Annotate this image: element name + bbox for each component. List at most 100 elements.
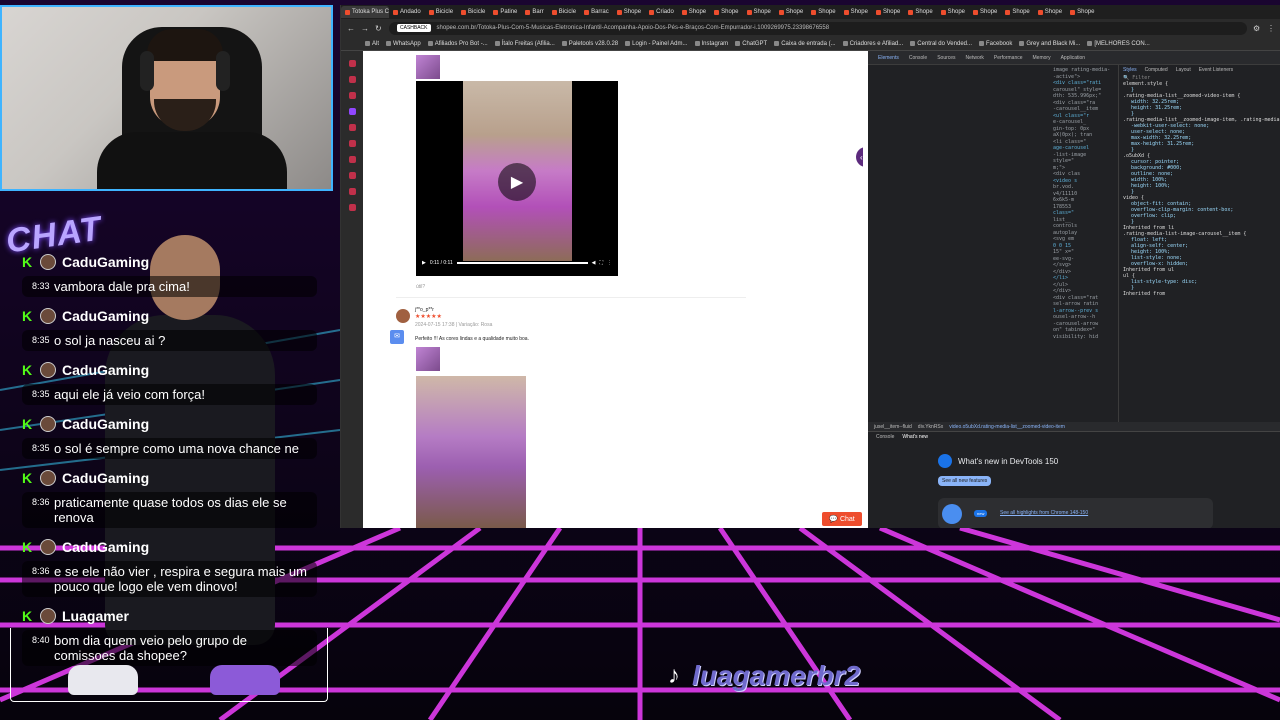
browser-tab[interactable]: Totoka Plus C — [341, 6, 389, 18]
browser-tab[interactable]: Shope — [1034, 6, 1066, 18]
review-video-player[interactable]: ▶ ▶ 0:11 / 0:11 ◀ ⛶ ⋮ — [416, 81, 618, 276]
devtools-tab[interactable]: Application — [1061, 55, 1085, 61]
review-text: Perfeito !!! As cores lindas e a qualida… — [415, 336, 529, 342]
breadcrumb-item[interactable]: jusel__item--fluid — [874, 424, 912, 430]
browser-tab[interactable]: Bicicle — [457, 6, 489, 18]
drawer-tab[interactable]: Console — [876, 434, 894, 440]
styles-subtab[interactable]: Event Listeners — [1199, 67, 1233, 73]
whats-new-card[interactable]: new See all highlights from Chrome 148-1… — [938, 498, 1213, 528]
bookmark-item[interactable]: Criadores e Afiliad... — [842, 41, 903, 47]
styles-subtab[interactable]: Layout — [1176, 67, 1191, 73]
browser-tab[interactable]: Barr — [521, 6, 547, 18]
see-all-features-button[interactable]: See all new features — [938, 476, 992, 486]
volume-icon[interactable]: ◀ — [592, 260, 596, 266]
drawer-tab[interactable]: What's new — [902, 434, 928, 440]
reload-icon[interactable]: ↻ — [375, 24, 383, 33]
chat-username[interactable]: K CaduGaming — [22, 360, 149, 380]
browser-tab[interactable]: Shope — [904, 6, 936, 18]
forward-icon[interactable]: → — [361, 24, 369, 33]
browser-tab[interactable]: Bicicle — [548, 6, 580, 18]
fullscreen-icon[interactable]: ⛶ — [599, 260, 603, 266]
video-progress[interactable] — [456, 262, 588, 264]
bookmark-item[interactable]: ChatGPT — [735, 41, 767, 47]
bookmark-icon — [910, 41, 916, 46]
bookmark-item[interactable]: Ítalo Freitas (Afilia... — [494, 41, 555, 47]
browser-tab[interactable]: Shope — [840, 6, 872, 18]
devtools-tab[interactable]: Console — [909, 55, 927, 61]
browser-tab[interactable]: Criado — [645, 6, 678, 18]
chat-username[interactable]: K CaduGaming — [22, 306, 149, 326]
url-input[interactable]: CASHBACK shopee.com.br/Totoka-Plus-Com-5… — [389, 21, 1247, 35]
bookmark-icon — [979, 41, 984, 46]
browser-tab[interactable]: Shope — [613, 6, 645, 18]
bookmark-item[interactable]: Central do Vended... — [910, 41, 972, 47]
bookmark-item[interactable]: Paletools v28.0.28 — [561, 41, 618, 47]
css-selector[interactable]: Inherited from — [1119, 291, 1280, 297]
chat-username[interactable]: K CaduGaming — [22, 414, 149, 434]
browser-tab[interactable]: Shope — [969, 6, 1001, 18]
menu-icon[interactable]: ⋮ — [1267, 24, 1275, 33]
play-icon[interactable]: ▶ — [498, 163, 536, 201]
avatar — [40, 608, 56, 624]
bookmark-item[interactable]: Grey and Black Mi... — [1019, 41, 1080, 47]
browser-tab[interactable]: Shope — [710, 6, 742, 18]
message-time: 8:36 — [32, 566, 50, 576]
back-icon[interactable]: ← — [347, 24, 355, 33]
extension-side-toggle[interactable]: ‹ $ — [856, 147, 863, 167]
styles-subtab[interactable]: Computed — [1145, 67, 1168, 73]
message-text: e se ele não vier , respira e segura mai… — [54, 564, 307, 594]
chat-button[interactable]: 💬 Chat — [822, 512, 862, 526]
browser-tab[interactable]: Patine — [489, 6, 521, 18]
browser-tab[interactable]: Andado — [389, 6, 425, 18]
tab-strip: Totoka Plus C Andado Bicicle Bicicle Patine B… — [341, 5, 1280, 19]
bookmark-icon — [694, 41, 700, 46]
username-text: Luagamer — [62, 608, 129, 624]
browser-tab[interactable]: Bicicle — [425, 6, 457, 18]
browser-tab[interactable]: Shope — [937, 6, 969, 18]
breadcrumb-item[interactable]: video.o5ubXd.rating-media-list__zoomed-v… — [949, 424, 1065, 430]
bookmark-item[interactable]: Alt — [365, 41, 379, 47]
devtools-tab[interactable]: Sources — [937, 55, 955, 61]
feedback-icon[interactable]: ✉ — [390, 330, 404, 344]
bookmark-item[interactable]: WhatsApp — [386, 41, 421, 47]
devtools-tab[interactable]: Memory — [1033, 55, 1051, 61]
shopee-favicon-icon — [1037, 9, 1043, 15]
media-thumbnail[interactable] — [416, 55, 440, 79]
highlights-link[interactable]: See all highlights from Chrome 148-150 — [1000, 510, 1088, 516]
bookmark-item[interactable]: Facebook — [979, 41, 1012, 47]
browser-tab[interactable]: Shope — [678, 6, 710, 18]
review-media-thumbnail[interactable] — [416, 347, 440, 371]
styles-subtab[interactable]: Styles — [1123, 67, 1137, 73]
browser-tab[interactable]: Barrac — [580, 6, 613, 18]
extensions-icon[interactable]: ⚙ — [1253, 24, 1261, 33]
chat-username[interactable]: K CaduGaming — [22, 537, 149, 557]
review-photo[interactable] — [416, 376, 526, 528]
browser-tab[interactable]: Shope — [807, 6, 839, 18]
breadcrumb-item[interactable]: div.YknRSx — [918, 424, 943, 430]
more-icon[interactable]: ⋮ — [607, 260, 612, 266]
cashback-badge[interactable]: CASHBACK — [397, 24, 431, 32]
browser-tab[interactable]: Shope — [872, 6, 904, 18]
bookmark-item[interactable]: Login - Painel Adm... — [625, 41, 688, 47]
browser-tab[interactable]: Shope — [1001, 6, 1033, 18]
url-text: shopee.com.br/Totoka-Plus-Com-5-Musicas-… — [436, 25, 830, 31]
browser-tab[interactable]: Shope — [1066, 6, 1098, 18]
bookmark-item[interactable]: Instagram — [694, 41, 728, 47]
browser-tab[interactable]: Shope — [743, 6, 775, 18]
bookmark-item[interactable]: Caixa de entrada (... — [774, 41, 836, 47]
bookmark-item[interactable]: [MELHORES CON... — [1087, 41, 1150, 47]
elements-tree[interactable]: image rating-media- -active"> <div class="… — [873, 67, 1118, 422]
devtools-tab[interactable]: Elements — [878, 55, 899, 61]
browser-tab[interactable]: Shope — [775, 6, 807, 18]
chat-username[interactable]: K CaduGaming — [22, 252, 149, 272]
devtools-tab[interactable]: Performance — [994, 55, 1023, 61]
bookmark-item[interactable]: Afiliados Pro Bot -... — [427, 41, 488, 47]
chat-username[interactable]: K Luagamer — [22, 606, 129, 626]
dom-node[interactable]: visibility: hid — [873, 334, 1118, 341]
play-small-icon[interactable]: ▶ — [422, 260, 426, 266]
tiktok-handle: luagamerbr2 — [692, 660, 861, 691]
helpful-label[interactable]: útil? — [416, 284, 425, 290]
username-text: CaduGaming — [62, 470, 150, 486]
devtools-tab[interactable]: Network — [966, 55, 984, 61]
chat-username[interactable]: K CaduGaming — [22, 468, 149, 488]
